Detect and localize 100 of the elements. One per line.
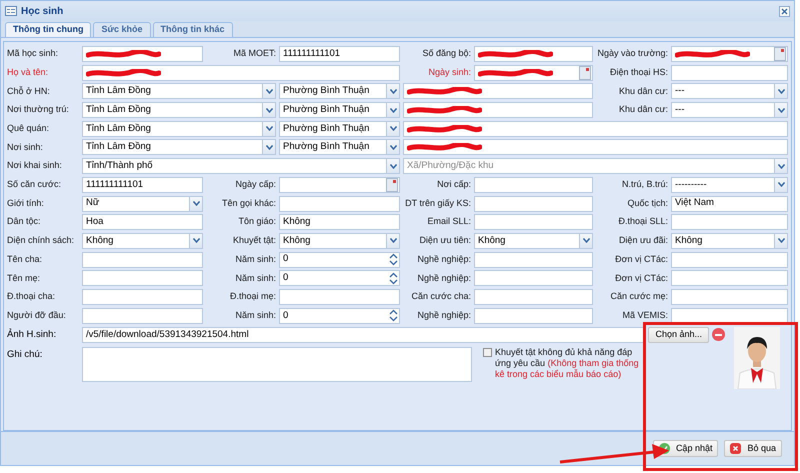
select-field[interactable]: Tỉnh Lâm Đồng <box>82 102 276 118</box>
text-field[interactable] <box>671 270 788 286</box>
text-field[interactable] <box>474 288 593 305</box>
dropdown-button[interactable] <box>579 234 592 248</box>
text-field[interactable] <box>474 214 593 230</box>
select-field[interactable]: Phường Bình Thuận <box>279 120 400 137</box>
select-field[interactable]: Không <box>474 232 593 249</box>
remove-button[interactable] <box>712 328 725 342</box>
chevron-down-icon <box>582 238 590 244</box>
dropdown-button[interactable] <box>386 122 399 136</box>
select-field[interactable]: Không <box>279 232 400 249</box>
dropdown-button[interactable] <box>262 140 275 154</box>
text-field[interactable] <box>474 196 593 212</box>
date-field[interactable] <box>671 46 788 62</box>
text-field[interactable] <box>279 288 400 305</box>
text-field[interactable] <box>671 252 788 268</box>
date-field[interactable] <box>279 176 400 193</box>
dropdown-button[interactable] <box>774 84 787 98</box>
field-label: Ngày cấp: <box>235 178 276 192</box>
text-field[interactable] <box>82 64 400 81</box>
text-field[interactable] <box>474 308 593 324</box>
dropdown-button[interactable] <box>774 103 787 118</box>
spinner-icon[interactable] <box>389 253 398 266</box>
select-field[interactable]: Phường Bình Thuận <box>279 83 400 100</box>
dropdown-button[interactable] <box>262 103 275 118</box>
select-field[interactable]: Tỉnh Lâm Đồng <box>82 139 276 156</box>
text-field[interactable]: 111111111101 <box>279 46 400 62</box>
number-field[interactable]: 0 <box>279 308 400 324</box>
field-label: Nơi sinh: <box>7 140 43 154</box>
select-field[interactable]: Phường Bình Thuận <box>279 102 400 118</box>
choose-image-button[interactable]: Chọn ảnh... <box>648 326 709 343</box>
select-field[interactable]: Tỉnh Lâm Đồng <box>82 120 276 137</box>
text-field[interactable] <box>82 46 203 62</box>
field-label: Nghề nghiệp: <box>417 252 471 266</box>
select-field[interactable]: --- <box>671 102 788 118</box>
dropdown-button[interactable] <box>386 84 399 98</box>
select-field[interactable]: Tỉnh/Thành phố <box>82 158 400 174</box>
chevron-down-icon <box>390 238 396 244</box>
select-field[interactable]: Không <box>82 232 203 249</box>
tab[interactable]: Thông tin khác <box>152 22 233 37</box>
text-field[interactable]: Hoa <box>82 214 203 230</box>
calendar-icon[interactable] <box>579 66 591 80</box>
text-field[interactable] <box>671 214 788 230</box>
select-field[interactable]: Tỉnh Lâm Đồng <box>82 83 276 100</box>
text-field[interactable] <box>474 252 593 268</box>
field-label: Số căn cước: <box>7 178 61 192</box>
spinner-icon[interactable] <box>389 272 398 285</box>
dropdown-button[interactable] <box>774 234 787 248</box>
text-field[interactable] <box>403 120 788 137</box>
text-field[interactable] <box>474 46 593 62</box>
dropdown-button[interactable] <box>262 122 275 136</box>
text-field[interactable] <box>474 176 593 193</box>
text-field[interactable]: Việt Nam <box>671 196 788 212</box>
number-field[interactable]: 0 <box>279 270 400 286</box>
text-field[interactable] <box>671 64 788 81</box>
text-field[interactable] <box>403 102 593 118</box>
number-field[interactable]: 0 <box>279 252 400 268</box>
text-field[interactable] <box>671 288 788 305</box>
text-field[interactable]: Không <box>279 214 400 230</box>
note-field[interactable] <box>82 346 472 382</box>
field-label: Khuyết tật: <box>232 234 276 248</box>
text-field[interactable] <box>82 270 203 286</box>
field-label: Mã VEMIS: <box>622 308 668 322</box>
checkbox[interactable] <box>483 348 492 357</box>
select-field[interactable]: --- <box>671 83 788 100</box>
dropdown-button[interactable] <box>189 234 202 248</box>
text-field[interactable] <box>82 308 203 324</box>
close-button[interactable] <box>779 6 790 16</box>
text-field[interactable] <box>671 308 788 324</box>
select-field[interactable]: Nữ <box>82 196 203 212</box>
select-field[interactable]: Phường Bình Thuận <box>279 139 400 156</box>
field-label: Tên gọi khác: <box>222 196 276 210</box>
calendar-icon[interactable] <box>774 47 786 61</box>
dropdown-button[interactable] <box>262 84 275 98</box>
text-field[interactable]: 111111111101 <box>82 176 203 193</box>
tab[interactable]: Sức khỏe <box>93 22 151 37</box>
spinner-icon[interactable] <box>389 309 398 322</box>
select-field[interactable]: Không <box>671 232 788 249</box>
dropdown-button[interactable] <box>774 178 787 192</box>
select-field[interactable]: ---------- <box>671 176 788 193</box>
cancel-button[interactable]: Bỏ qua <box>724 440 782 457</box>
date-field[interactable] <box>474 64 593 81</box>
chevron-down-icon <box>266 88 272 94</box>
text-field[interactable] <box>279 196 400 212</box>
dropdown-button[interactable] <box>386 103 399 118</box>
calendar-icon[interactable] <box>386 178 398 192</box>
text-field[interactable] <box>474 270 593 286</box>
chevron-down-icon <box>778 108 784 113</box>
chevron-down-icon <box>778 238 784 244</box>
text-field[interactable] <box>82 252 203 268</box>
dropdown-button[interactable] <box>386 234 399 248</box>
text-field[interactable] <box>403 139 788 156</box>
dropdown-button[interactable] <box>386 159 399 174</box>
dropdown-button[interactable] <box>774 159 787 174</box>
tab[interactable]: Thông tin chung <box>5 22 92 37</box>
text-field[interactable] <box>82 288 203 305</box>
dropdown-button[interactable] <box>189 196 202 210</box>
text-field[interactable]: /v5/file/download/5391343921504.html <box>82 326 646 343</box>
text-field[interactable] <box>403 83 593 100</box>
dropdown-button[interactable] <box>386 140 399 154</box>
